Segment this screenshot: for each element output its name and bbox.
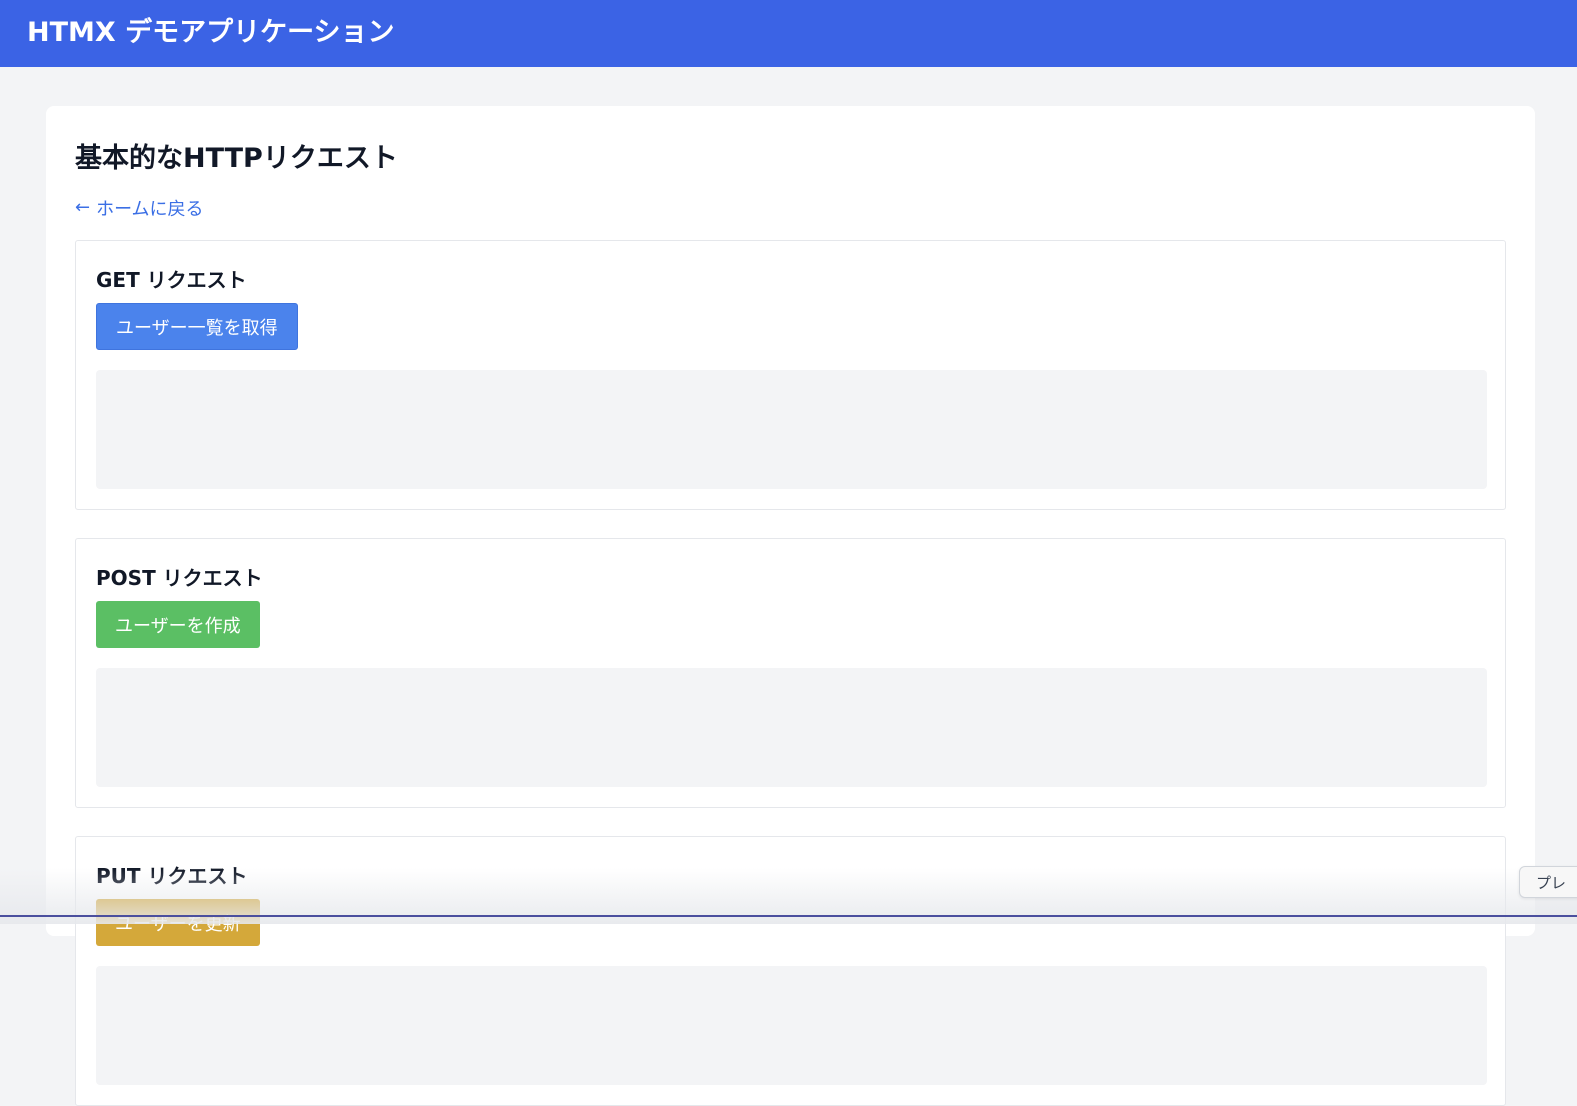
- get-result-area: [96, 370, 1487, 489]
- section-title: POST リクエスト: [96, 566, 263, 590]
- update-user-button[interactable]: ユーザーを更新: [96, 899, 260, 946]
- arrow-left-icon: ←: [75, 197, 91, 218]
- post-request-section: POST リクエスト ユーザーを作成: [75, 538, 1506, 808]
- get-users-button[interactable]: ユーザー一覧を取得: [96, 303, 298, 350]
- back-home-label: ホームに戻る: [96, 199, 204, 220]
- back-home-link[interactable]: ← ホームに戻る: [75, 195, 204, 221]
- app-title: HTMX デモアプリケーション: [27, 17, 395, 48]
- preview-side-tab[interactable]: プレ: [1519, 866, 1577, 898]
- get-request-section: GET リクエスト ユーザー一覧を取得: [75, 240, 1506, 510]
- section-title: GET リクエスト: [96, 268, 247, 292]
- create-user-button[interactable]: ユーザーを作成: [96, 601, 260, 648]
- put-result-area: [96, 966, 1487, 1085]
- main-card: 基本的なHTTPリクエスト ← ホームに戻る GET リクエスト ユーザー一覧を…: [46, 106, 1535, 1106]
- post-result-area: [96, 668, 1487, 787]
- section-title: PUT リクエスト: [96, 864, 248, 888]
- page-title: 基本的なHTTPリクエスト: [75, 143, 398, 174]
- put-request-section: PUT リクエスト ユーザーを更新: [75, 836, 1506, 1106]
- window-bottom-edge: [0, 915, 1577, 917]
- app-header: HTMX デモアプリケーション: [0, 0, 1577, 67]
